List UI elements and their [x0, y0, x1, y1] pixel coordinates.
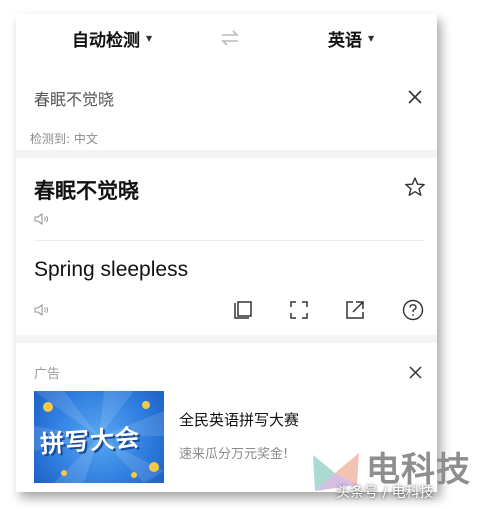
fullscreen-icon	[290, 301, 308, 319]
swap-arrows-icon	[221, 30, 239, 46]
share-icon	[346, 301, 364, 319]
fullscreen-button[interactable]	[288, 299, 310, 321]
swap-languages-button[interactable]	[218, 28, 242, 48]
input-card: 春眠不觉晓 检测到: 中文	[16, 62, 437, 150]
speaker-icon	[34, 212, 49, 226]
divider	[34, 240, 424, 241]
help-button[interactable]	[402, 299, 424, 321]
speaker-icon	[34, 303, 49, 317]
target-language-dropdown[interactable]: 英语 ▼	[328, 26, 375, 51]
ad-label: 广告	[34, 367, 61, 382]
favorite-button[interactable]	[404, 176, 426, 198]
ad-title[interactable]: 全民英语拼写大赛	[179, 409, 299, 430]
ad-subtitle: 速来瓜分万元奖金!	[179, 447, 289, 462]
language-bar: 自动检测 ▼ 英语 ▼	[16, 14, 437, 62]
source-language-label: 自动检测	[72, 30, 140, 51]
copy-icon	[234, 301, 252, 319]
source-text-input[interactable]: 春眠不觉晓	[34, 86, 114, 110]
source-language-dropdown[interactable]: 自动检测 ▼	[72, 26, 153, 51]
play-source-audio-button[interactable]	[34, 212, 50, 226]
target-language-label: 英语	[328, 30, 362, 51]
question-icon	[402, 299, 424, 321]
watermark-source: 头条号 / 电科技	[336, 485, 434, 501]
caret-down-icon: ▼	[146, 33, 153, 43]
caret-down-icon: ▼	[368, 33, 375, 43]
detected-language-label: 检测到: 中文	[30, 132, 98, 146]
clear-input-button[interactable]	[406, 88, 424, 106]
close-icon	[408, 90, 422, 104]
result-card: 春眠不觉晓 Spring sleepless	[16, 158, 437, 335]
copy-button[interactable]	[232, 299, 254, 321]
close-ad-button[interactable]	[408, 365, 423, 380]
ad-image[interactable]: 拼写大会	[34, 391, 164, 483]
close-icon	[409, 366, 422, 379]
share-button[interactable]	[344, 299, 366, 321]
translator-window: 自动检测 ▼ 英语 ▼ 春眠不觉晓 检测到: 中文 春眠不觉晓 Spring s…	[16, 14, 437, 492]
play-translation-audio-button[interactable]	[34, 303, 50, 317]
result-source-text: 春眠不觉晓	[34, 179, 139, 203]
translation-text: Spring sleepless	[34, 258, 189, 281]
ad-image-text: 拼写大会	[39, 423, 142, 459]
star-icon	[405, 177, 425, 196]
